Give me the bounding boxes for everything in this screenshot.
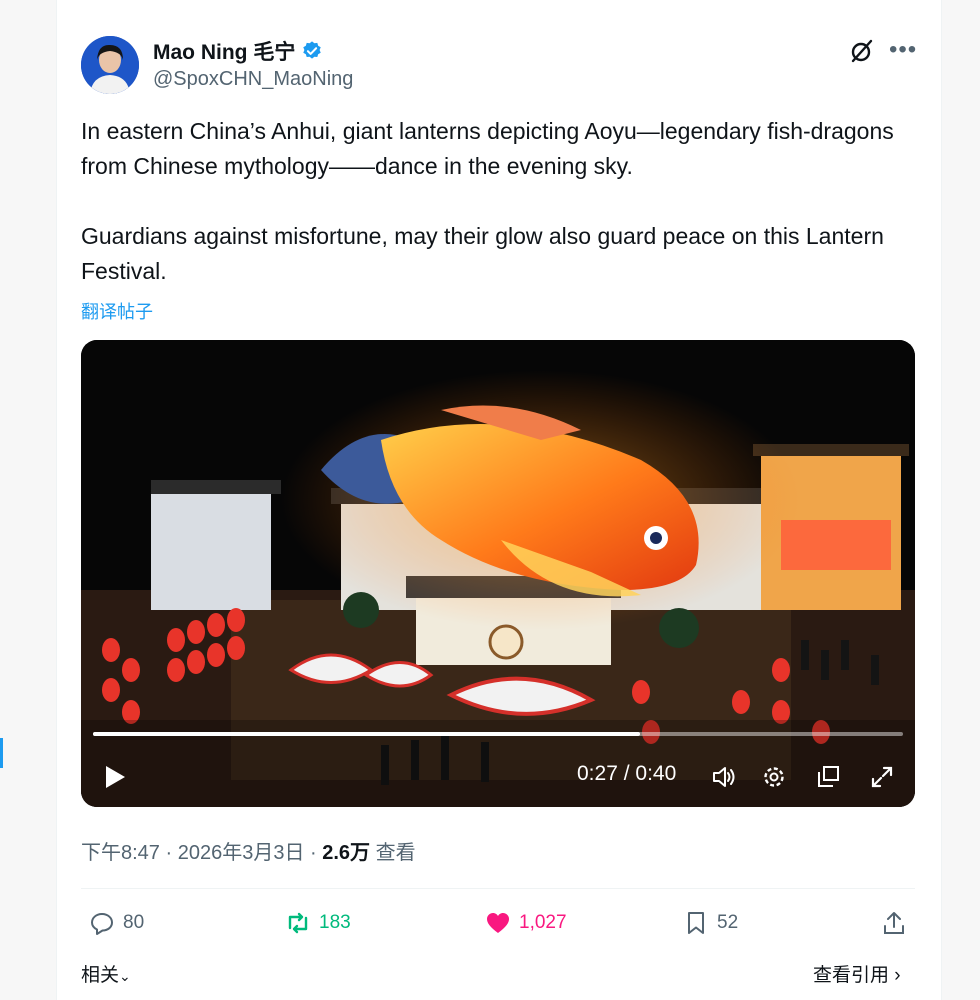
repost-icon — [288, 912, 308, 934]
grok-icon[interactable] — [849, 38, 875, 64]
meta-dot: · — [304, 842, 323, 864]
settings-icon[interactable] — [761, 764, 787, 790]
share-button[interactable] — [881, 910, 907, 936]
author-name[interactable]: Mao Ning 毛宁 — [153, 36, 295, 66]
view-quotes-label: 查看引用 — [813, 965, 890, 986]
view-quotes-link[interactable]: 查看引用 › — [813, 960, 901, 987]
video-player[interactable]: 0:27 / 0:40 — [81, 340, 915, 807]
post-time[interactable]: 下午8:47 — [81, 842, 160, 864]
bookmark-icon — [688, 912, 704, 934]
tweet-meta: 下午8:47 · 2026年3月3日 · 2.6万 查看 — [81, 836, 416, 865]
divider — [81, 888, 915, 889]
like-icon — [487, 913, 509, 933]
duration: 0:40 — [635, 762, 677, 785]
fullscreen-icon[interactable] — [869, 764, 895, 790]
meta-dot: · — [159, 842, 178, 864]
post-date[interactable]: 2026年3月3日 — [178, 842, 305, 864]
avatar[interactable] — [81, 36, 139, 94]
volume-icon[interactable] — [711, 764, 737, 790]
reply-icon — [91, 913, 113, 935]
current-time: 0:27 — [577, 762, 618, 785]
related-label: 相关 — [81, 965, 120, 986]
tweet-paragraph-1: In eastern China’s Anhui, giant lanterns… — [81, 118, 894, 179]
share-icon — [884, 912, 904, 934]
bookmark-count: 52 — [717, 912, 739, 933]
related-toggle[interactable]: 相关⌄ — [81, 960, 131, 987]
more-icon[interactable]: ••• — [889, 36, 917, 64]
chevron-right-icon: › — [889, 965, 901, 986]
tweet-text: In eastern China’s Anhui, giant lanterns… — [81, 114, 917, 289]
tweet-paragraph-2: Guardians against misfortune, may their … — [81, 223, 884, 284]
views-label: 查看 — [370, 842, 416, 864]
tweet-card: Mao Ning 毛宁 @SpoxCHN_MaoNing ••• In east… — [56, 0, 942, 1000]
author-handle[interactable]: @SpoxCHN_MaoNing — [153, 68, 353, 91]
like-button[interactable]: 1,027 — [485, 910, 567, 936]
reply-count: 80 — [123, 912, 145, 933]
edge-marker — [0, 738, 3, 768]
play-icon[interactable] — [103, 764, 127, 790]
views-count: 2.6万 — [322, 842, 371, 864]
translate-link[interactable]: 翻译帖子 — [81, 298, 153, 324]
reply-button[interactable]: 80 — [89, 910, 144, 936]
video-frame-lantern-scene — [81, 340, 915, 807]
chevron-down-icon: ⌄ — [119, 968, 131, 984]
bookmark-button[interactable]: 52 — [683, 910, 738, 936]
like-count: 1,027 — [519, 912, 567, 933]
repost-count: 183 — [319, 912, 351, 933]
video-progress-fill[interactable] — [93, 732, 640, 736]
repost-button[interactable]: 183 — [285, 910, 351, 936]
popout-icon[interactable] — [815, 764, 841, 790]
verified-badge-icon — [303, 41, 322, 59]
time-separator: / — [617, 762, 636, 785]
video-time: 0:27 / 0:40 — [577, 762, 676, 786]
